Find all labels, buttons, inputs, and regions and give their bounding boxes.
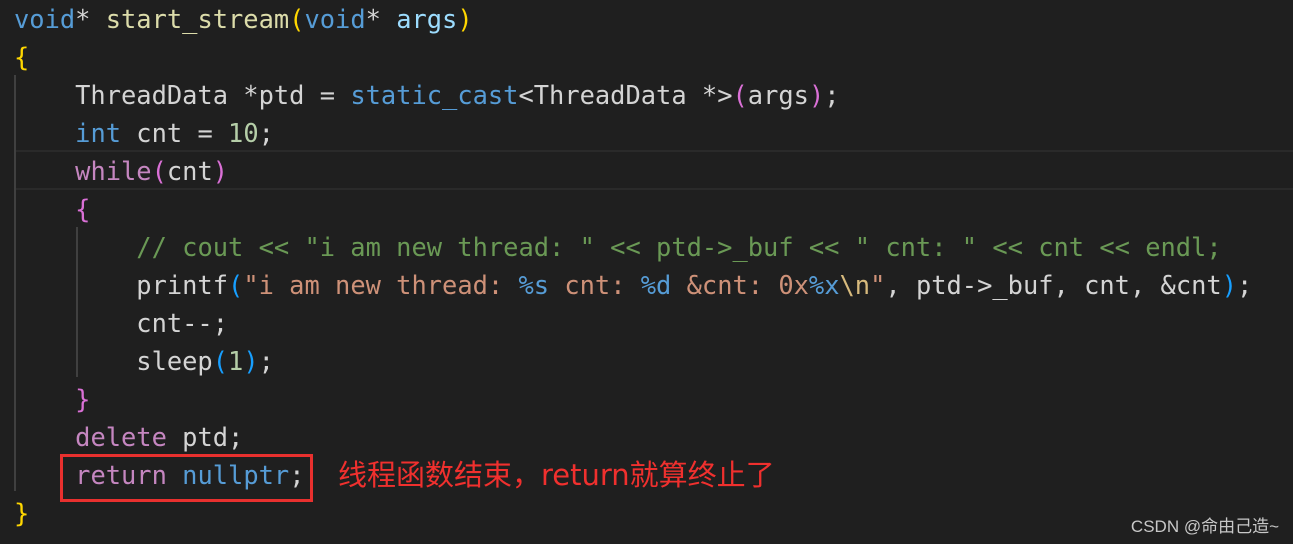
code-line[interactable]: printf("i am new thread: %s cnt: %d &cnt… <box>14 266 1252 304</box>
code-token: , ptd->_buf, cnt, &cnt <box>885 270 1222 300</box>
code-token: static_cast <box>350 80 519 110</box>
code-token: ; <box>258 346 274 376</box>
code-token: ( <box>151 156 167 186</box>
code-token: 10 <box>228 118 259 148</box>
code-token: } <box>75 384 91 414</box>
code-token: cnt: <box>549 270 641 300</box>
code-token: ( <box>732 80 748 110</box>
code-token: start_stream <box>105 4 290 34</box>
code-token: * <box>365 4 397 34</box>
code-token: void <box>14 4 76 34</box>
code-token: ) <box>457 4 473 34</box>
code-token: %x <box>808 270 840 300</box>
code-token: printf <box>14 270 229 300</box>
code-line[interactable]: } <box>14 494 29 532</box>
annotation-text: 线程函数结束，return就算终止了 <box>338 458 775 492</box>
code-line[interactable]: { <box>14 190 90 228</box>
code-token: { <box>75 194 91 224</box>
code-token: cnt = <box>121 118 229 148</box>
code-line[interactable]: int cnt = 10; <box>14 114 274 152</box>
code-token: ) <box>243 346 259 376</box>
code-token: } <box>14 498 30 528</box>
code-line[interactable]: while(cnt) <box>14 152 228 190</box>
code-token: while <box>75 156 152 186</box>
code-line[interactable]: cnt--; <box>14 304 228 342</box>
code-token: ; <box>258 118 274 148</box>
code-token: sleep <box>14 346 213 376</box>
code-token: // cout << "i am new thread: " << ptd->_… <box>136 232 1222 262</box>
code-token: ( <box>212 346 229 376</box>
code-token: args <box>747 80 809 110</box>
code-token: &cnt: 0x <box>671 270 809 300</box>
code-token: ThreadData *ptd = <box>14 80 351 110</box>
code-line[interactable]: ThreadData *ptd = static_cast<ThreadData… <box>14 76 840 114</box>
watermark: CSDN @命由己造~ <box>1130 517 1279 536</box>
code-token: args <box>396 4 458 34</box>
code-token: cnt <box>166 156 213 186</box>
code-line[interactable]: void* start_stream(void* args) <box>14 0 473 38</box>
code-line[interactable]: sleep(1); <box>14 342 274 380</box>
code-token: ) <box>212 156 229 186</box>
code-token: "i am new thread: <box>243 270 519 300</box>
code-token: ; <box>1236 270 1253 300</box>
code-token: * <box>75 4 106 34</box>
code-line[interactable]: delete ptd; <box>14 418 243 456</box>
code-token: delete <box>75 422 167 452</box>
code-token: ( <box>289 4 305 34</box>
code-line[interactable]: { <box>14 38 29 76</box>
code-token: \n <box>839 270 871 300</box>
code-token: void <box>304 4 366 34</box>
code-token: <ThreadData *> <box>518 80 733 110</box>
code-token: int <box>75 118 122 148</box>
code-token: ( <box>228 270 244 300</box>
code-token: { <box>14 42 30 72</box>
code-token: %d <box>640 270 672 300</box>
code-line[interactable]: // cout << "i am new thread: " << ptd->_… <box>14 228 1222 266</box>
highlight-box <box>60 454 313 502</box>
code-token: ; <box>824 80 840 110</box>
code-line[interactable]: } <box>14 380 90 418</box>
code-token: cnt--; <box>14 308 229 338</box>
code-token: ) <box>808 80 825 110</box>
code-token: %s <box>518 270 550 300</box>
code-token: " <box>870 270 886 300</box>
code-token: ) <box>1221 270 1237 300</box>
code-token: 1 <box>228 346 244 376</box>
code-token: ptd; <box>166 422 244 452</box>
